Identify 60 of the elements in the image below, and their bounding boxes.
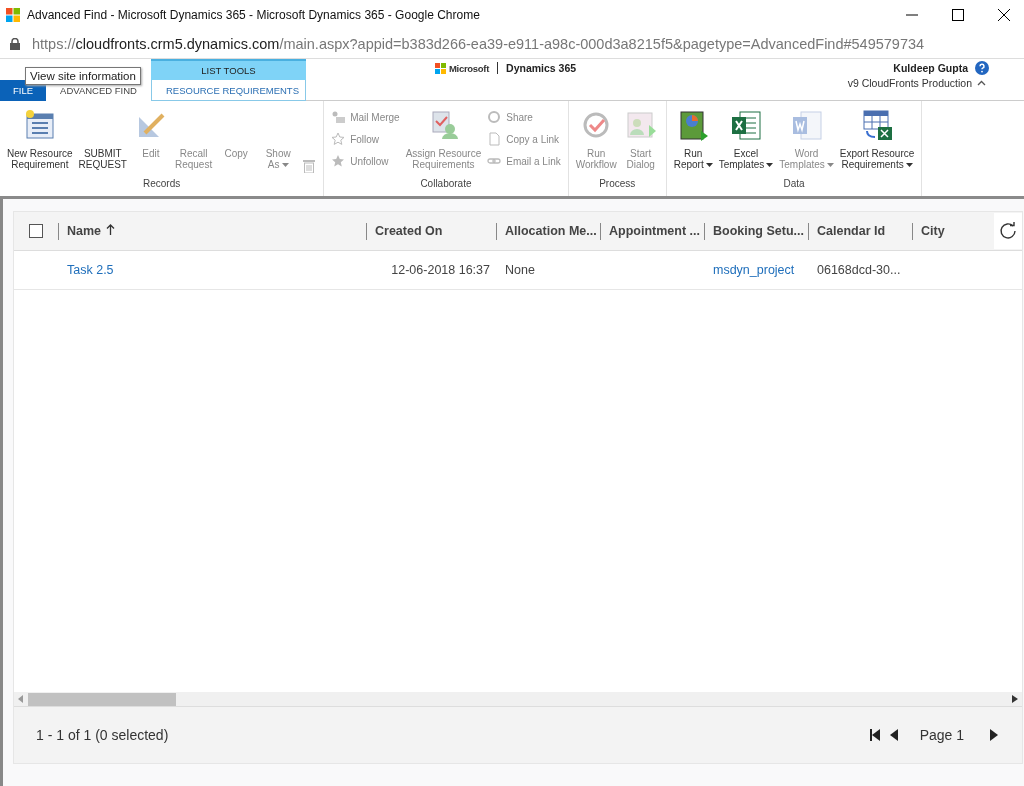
column-header[interactable]: Appointment ... (600, 222, 704, 240)
caret-icon[interactable] (766, 163, 774, 168)
ribbon-button[interactable]: Excel Templates (715, 105, 777, 172)
ribbon-group-label: Collaborate (419, 178, 473, 191)
ribbon-button[interactable]: SUBMIT REQUEST (75, 105, 130, 172)
page-number: Page 1 (919, 727, 964, 743)
table-cell: None (505, 263, 535, 277)
table-cell: 06168dcd-30... (817, 263, 901, 277)
previous-page-icon[interactable] (889, 729, 898, 741)
ribbon-group-label: Data (782, 178, 806, 191)
star-outline-icon (331, 132, 346, 146)
document-icon (790, 109, 823, 141)
new-record-icon (23, 109, 56, 141)
microsoft-logo-icon (435, 62, 446, 74)
product-name: Dynamics 365 (506, 62, 577, 74)
spreadsheet-icon (729, 109, 762, 141)
tooltip: View site information (25, 67, 141, 85)
caret-icon[interactable] (705, 163, 713, 168)
horizontal-scrollbar[interactable] (14, 692, 1022, 707)
windows-logo-icon (6, 8, 20, 22)
column-header[interactable]: Created On (366, 222, 496, 240)
window-title: Advanced Find - Microsoft Dynamics 365 - Microsoft Dynamics 365 - Google Chrome (27, 8, 481, 22)
column-header[interactable]: Allocation Me... (496, 222, 600, 240)
lock-icon[interactable] (10, 38, 20, 50)
column-header[interactable]: Name (58, 222, 366, 240)
ribbon-button[interactable]: New Resource Requirement (4, 105, 76, 172)
star-icon (331, 154, 346, 168)
ribbon-group-label: Process (598, 178, 637, 191)
next-page-icon[interactable] (990, 729, 998, 741)
record-link[interactable]: msdyn_project (713, 263, 795, 277)
column-header[interactable]: Booking Setu... (704, 222, 808, 240)
record-count: 1 - 1 of 1 (0 selected) (36, 727, 169, 743)
select-all-checkbox[interactable] (29, 224, 43, 238)
column-header[interactable]: Calendar Id (808, 222, 912, 240)
share-icon (487, 110, 502, 124)
mail-merge-icon (331, 110, 346, 124)
table-row[interactable]: Task 2.5 12-06-2018 16:37 None msdyn_project 06168dcd-30... (14, 251, 1022, 290)
report-chart-icon (677, 109, 710, 141)
close-icon[interactable] (998, 9, 1010, 21)
scroll-right-icon[interactable] (1012, 695, 1018, 703)
ribbon-group-label: Records (141, 178, 182, 191)
caret-icon[interactable] (905, 163, 913, 168)
contextual-group-label: LIST TOOLS (150, 59, 306, 80)
record-link[interactable]: Task 2.5 (67, 263, 114, 277)
table-export-icon (861, 109, 894, 141)
organization-name: v9 CloudFronts Production (847, 77, 972, 89)
first-page-icon[interactable] (869, 729, 880, 741)
refresh-icon[interactable] (999, 222, 1017, 240)
help-icon[interactable] (975, 61, 989, 75)
ribbon-button[interactable]: Export Resource Requirements (836, 105, 918, 172)
collapse-chevron-icon[interactable] (977, 80, 986, 86)
user-name[interactable]: Kuldeep Gupta (893, 62, 968, 74)
page-icon (487, 132, 502, 146)
table-cell: 12-06-2018 16:37 (391, 263, 490, 277)
maximize-icon[interactable] (952, 9, 964, 21)
company-name: Microsoft (449, 62, 490, 74)
ribbon-tab[interactable]: RESOURCE REQUIREMENTS (150, 80, 306, 101)
url-text[interactable]: https://cloudfronts.crm5.dynamics.com/main.aspx?appid=b383d266-ea39-e911-a98c-000d3a8215f5&pagetype=AdvancedFind#549579734 (32, 36, 925, 52)
ribbon-button[interactable]: Run Report (670, 105, 716, 172)
dialog-person-icon (624, 109, 657, 141)
